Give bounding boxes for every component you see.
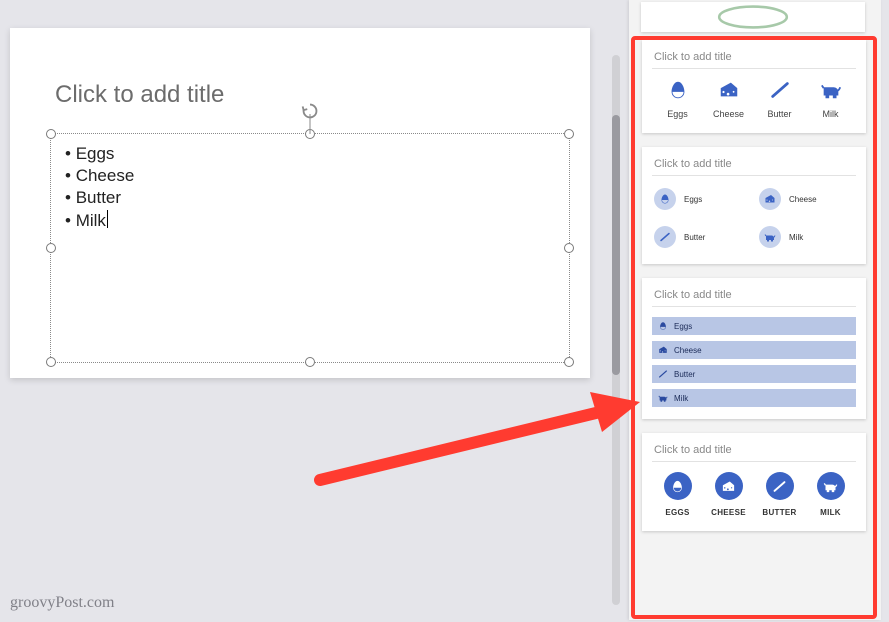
design-idea-thumb[interactable]: Click to add title Eggs Cheese Butter Mi…	[642, 40, 866, 133]
rotate-handle[interactable]	[299, 100, 321, 122]
list-item: Cheese	[652, 341, 856, 359]
cheese-icon	[658, 345, 668, 355]
list-item: Eggs	[654, 79, 702, 119]
butter-icon	[658, 369, 668, 379]
resize-handle-sw[interactable]	[46, 357, 56, 367]
bullet-item[interactable]: Cheese	[65, 166, 555, 186]
resize-handle-nw[interactable]	[46, 129, 56, 139]
text-cursor	[107, 210, 108, 228]
list-item: Butter	[654, 226, 749, 248]
list-item: Milk	[759, 226, 854, 248]
list-item: Cheese	[705, 79, 753, 119]
cow-icon	[820, 79, 842, 101]
list-item: Butter	[652, 365, 856, 383]
vertical-scrollbar[interactable]	[612, 55, 620, 605]
list-item: BUTTER	[758, 472, 802, 517]
egg-icon	[667, 79, 689, 101]
resize-handle-w[interactable]	[46, 243, 56, 253]
resize-handle-ne[interactable]	[564, 129, 574, 139]
butter-icon	[659, 231, 671, 243]
cheese-icon	[721, 479, 736, 494]
card-title-placeholder: Click to add title	[652, 48, 856, 69]
card-title-placeholder: Click to add title	[652, 286, 856, 307]
cow-icon	[764, 231, 776, 243]
bullet-item[interactable]: Butter	[65, 188, 555, 208]
butter-icon	[772, 479, 787, 494]
list-item: Milk	[807, 79, 855, 119]
card-title-placeholder: Click to add title	[652, 155, 856, 176]
egg-icon	[670, 479, 685, 494]
list-item: MILK	[809, 472, 853, 517]
resize-handle-se[interactable]	[564, 357, 574, 367]
butter-icon	[769, 79, 791, 101]
annotation-arrow-icon	[310, 390, 640, 490]
design-idea-thumb[interactable]: Click to add title Eggs Cheese Butter Mi…	[642, 147, 866, 264]
design-idea-thumb[interactable]: Click to add title Eggs Cheese Butter Mi…	[642, 278, 866, 419]
watermark: groovyPost.com	[10, 594, 114, 612]
cow-icon	[823, 479, 838, 494]
slide-content-box[interactable]: Eggs Cheese Butter • Milk	[50, 133, 570, 363]
design-idea-thumb[interactable]: Click to add title EGGS CHEESE BUTTER MI…	[642, 433, 866, 531]
slide-canvas[interactable]: Click to add title Eggs Cheese Butter • …	[10, 28, 590, 378]
list-item: EGGS	[656, 472, 700, 517]
card-title-placeholder: Click to add title	[652, 441, 856, 462]
design-idea-thumb[interactable]	[641, 2, 865, 32]
resize-handle-s[interactable]	[305, 357, 315, 367]
design-ideas-panel: Click to add title Eggs Cheese Butter Mi…	[629, 0, 881, 620]
cheese-icon	[764, 193, 776, 205]
list-item: Milk	[652, 389, 856, 407]
cow-icon	[658, 393, 668, 403]
list-item: CHEESE	[707, 472, 751, 517]
cheese-icon	[718, 79, 740, 101]
list-item: Cheese	[759, 188, 854, 210]
resize-handle-e[interactable]	[564, 243, 574, 253]
bullet-item[interactable]: Eggs	[65, 144, 555, 164]
bullet-item[interactable]: • Milk	[65, 210, 555, 231]
scrollbar-thumb[interactable]	[612, 115, 620, 375]
list-item: Butter	[756, 79, 804, 119]
egg-icon	[658, 321, 668, 331]
list-item: Eggs	[652, 317, 856, 335]
egg-icon	[659, 193, 671, 205]
list-item: Eggs	[654, 188, 749, 210]
